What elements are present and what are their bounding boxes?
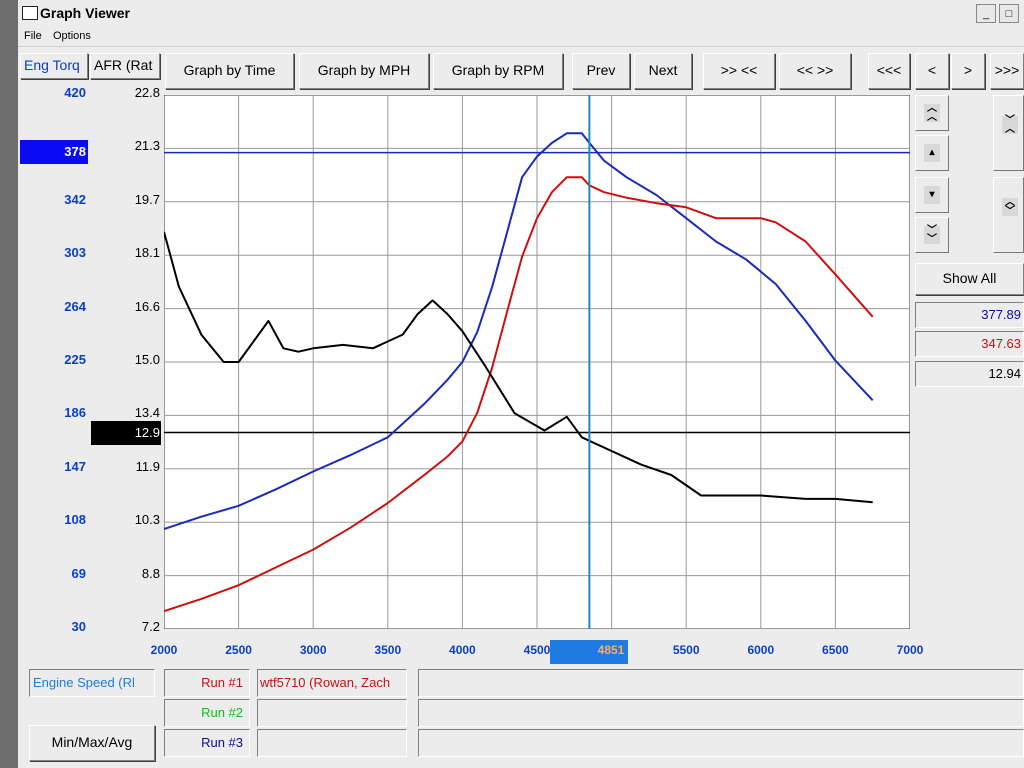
graph-by-time-button[interactable]: Graph by Time: [165, 53, 294, 89]
torque-tick-label: 30: [71, 619, 86, 634]
zoom-vertical-in-button[interactable]: ﹀ ︿: [993, 95, 1024, 171]
scroll-down-button[interactable]: ▾: [915, 177, 949, 213]
chevron-down-icon: ▾: [924, 186, 940, 204]
collapse-icon: ﹀ ︿: [1002, 116, 1018, 135]
next-button[interactable]: Next: [634, 53, 692, 89]
x-tick-label: 6000: [747, 643, 775, 657]
x-tick-label: 3000: [299, 643, 327, 657]
right-axis-tab[interactable]: AFR (Rat: [90, 53, 160, 79]
min-max-avg-button[interactable]: Min/Max/Avg: [29, 725, 155, 761]
cursor-rpm-label: 4851: [597, 643, 625, 657]
torque-tick-label: 264: [64, 298, 86, 314]
back-button[interactable]: <: [915, 53, 949, 89]
double-chevron-up-icon: ︿ ︿: [924, 104, 940, 123]
left-axis-tab[interactable]: Eng Torq: [20, 53, 88, 79]
zoom-vertical-out-button[interactable]: ︿ ﹀: [993, 177, 1024, 253]
afr-tick-label: 13.4: [134, 405, 160, 421]
graph-by-mph-button[interactable]: Graph by MPH: [299, 53, 429, 89]
afr-tick-label: 21.3: [134, 138, 160, 154]
menu-bar: File Options: [18, 28, 1024, 47]
torque-tick-label: 225: [64, 352, 86, 367]
run2-file[interactable]: [257, 699, 407, 727]
afr-tick-label: 8.8: [141, 565, 160, 581]
x-tick-label: 4500: [523, 643, 551, 657]
x-tick-label: 5500: [672, 643, 700, 657]
scroll-up-fast-button[interactable]: ︿ ︿: [915, 95, 949, 131]
chevron-up-icon: ▴: [924, 144, 940, 162]
run3-file[interactable]: [257, 729, 407, 757]
maximize-button[interactable]: □: [999, 4, 1019, 23]
desktop-strip: [0, 0, 18, 768]
expand-icon: ︿ ﹀: [1002, 198, 1018, 217]
run1-notes[interactable]: [418, 669, 1024, 697]
window-title: Graph Viewer: [40, 5, 131, 21]
scroll-up-button[interactable]: ▴: [915, 135, 949, 171]
run3-label[interactable]: Run #3: [164, 729, 250, 757]
show-all-button[interactable]: Show All: [915, 263, 1024, 295]
x-tick-label: 4000: [449, 643, 476, 657]
run1-label[interactable]: Run #1: [164, 669, 250, 697]
torque-highlight-label: 378: [64, 144, 86, 159]
run1-file[interactable]: wtf5710 (Rowan, Zach: [257, 669, 407, 697]
value-run1: 347.63: [915, 331, 1024, 357]
client-area: Eng Torq AFR (Rat Graph by Time Graph by…: [18, 47, 1024, 768]
torque-tick-label: 69: [71, 565, 86, 581]
graph-by-rpm-button[interactable]: Graph by RPM: [433, 53, 563, 89]
last-button[interactable]: >>>: [990, 53, 1024, 89]
app-icon: [22, 6, 38, 20]
plot-area[interactable]: [164, 95, 910, 629]
x-tick-label: 2000: [150, 643, 178, 657]
value-afr: 12.94: [915, 361, 1024, 387]
afr-highlight-label: 12.9: [134, 425, 160, 440]
title-bar: Graph Viewer _ □: [18, 0, 1024, 29]
run2-notes[interactable]: [418, 699, 1024, 727]
minimize-button[interactable]: _: [976, 4, 996, 23]
afr-tick-label: 11.9: [135, 458, 160, 474]
value-torque: 377.89: [915, 302, 1024, 328]
menu-file[interactable]: File: [24, 30, 42, 42]
x-tick-label: 2500: [225, 643, 252, 657]
x-tick-label: 7000: [896, 643, 924, 657]
afr-tick-label: 19.7: [134, 191, 160, 207]
torque-tick-label: 342: [64, 191, 86, 207]
prev-button[interactable]: Prev: [572, 53, 630, 89]
afr-tick-label: 22.8: [134, 85, 160, 100]
zoom-out-button[interactable]: << >>: [779, 53, 851, 89]
torque-tick-label: 186: [64, 405, 86, 421]
first-button[interactable]: <<<: [868, 53, 910, 89]
afr-tick-label: 16.6: [134, 298, 160, 314]
x-tick-label: 6500: [822, 643, 849, 657]
x-tick-label: 3500: [374, 643, 402, 657]
afr-tick-label: 18.1: [134, 245, 160, 261]
zoom-in-button[interactable]: >> <<: [703, 53, 775, 89]
afr-tick-label: 7.2: [141, 619, 160, 634]
double-chevron-down-icon: ﹀ ﹀: [924, 226, 940, 245]
torque-tick-label: 303: [64, 245, 86, 261]
torque-tick-label: 108: [64, 512, 86, 528]
afr-tick-label: 15.0: [134, 352, 160, 367]
run2-label[interactable]: Run #2: [164, 699, 250, 727]
scroll-down-fast-button[interactable]: ﹀ ﹀: [915, 217, 949, 253]
afr-tick-label: 10.3: [134, 512, 160, 528]
torque-tick-label: 420: [64, 85, 86, 100]
forward-button[interactable]: >: [951, 53, 985, 89]
menu-options[interactable]: Options: [53, 30, 91, 42]
x-axis-field[interactable]: Engine Speed (Rl: [29, 669, 155, 697]
run3-notes[interactable]: [418, 729, 1024, 757]
torque-tick-label: 147: [64, 458, 86, 474]
